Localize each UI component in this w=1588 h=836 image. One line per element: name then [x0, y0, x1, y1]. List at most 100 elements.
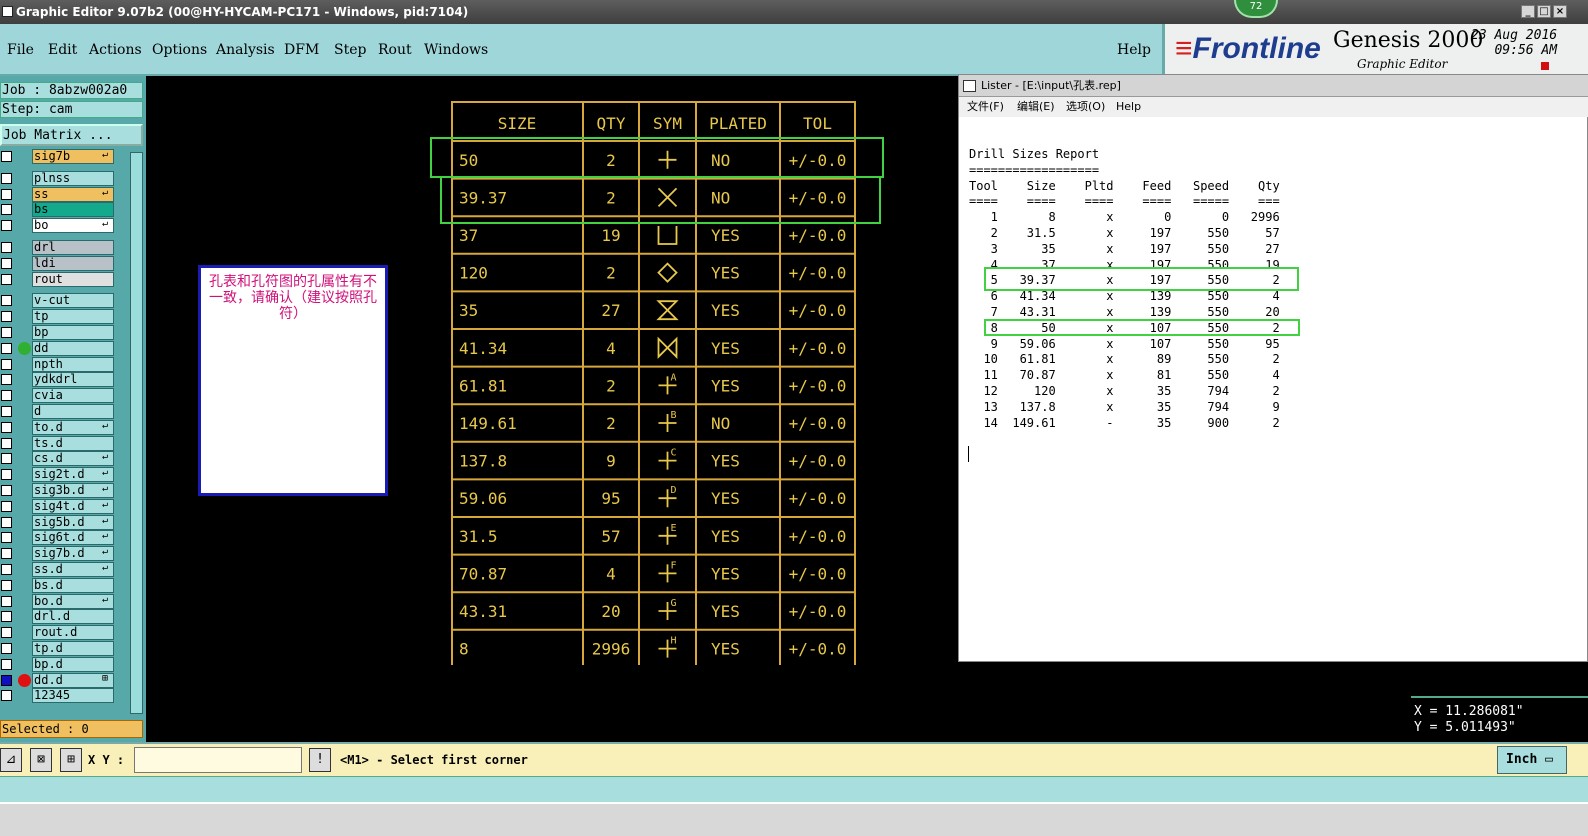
layer-name[interactable]: rout	[32, 271, 114, 287]
layer-name[interactable]: 12345	[32, 688, 114, 704]
layer-checkbox[interactable]	[1, 311, 12, 323]
layer-checkbox[interactable]	[1, 437, 12, 449]
layer-row[interactable]: ss.d ↵	[0, 562, 116, 577]
layer-row[interactable]: dd	[0, 340, 116, 356]
layer-row[interactable]: cvia	[0, 388, 116, 404]
layer-row[interactable]: bp.d	[0, 656, 116, 672]
layer-name[interactable]: cvia	[32, 388, 114, 404]
layer-row[interactable]: bs.d	[0, 577, 116, 593]
layer-row[interactable]: tp	[0, 309, 116, 325]
layer-checkbox[interactable]	[1, 674, 12, 686]
grid-icon[interactable]: ⊞	[60, 748, 82, 772]
layer-row[interactable]: drl.d	[0, 609, 116, 625]
layer-name[interactable]: tp.d	[32, 641, 114, 656]
layer-checkbox[interactable]	[1, 500, 12, 512]
layer-row[interactable]: rout	[0, 271, 116, 287]
layer-checkbox[interactable]	[1, 273, 12, 285]
layer-name[interactable]: bp	[32, 325, 114, 340]
layer-name[interactable]: dd	[32, 340, 114, 356]
layer-row[interactable]: cs.d ↵	[0, 451, 116, 467]
layer-name[interactable]: ldi	[32, 255, 114, 271]
layer-checkbox[interactable]	[1, 220, 12, 232]
layer-name[interactable]: plnss	[32, 170, 114, 186]
layer-row[interactable]: bs	[0, 202, 116, 218]
layer-row[interactable]: dd.d ⊞	[0, 672, 116, 688]
layer-name[interactable]: drl.d	[32, 609, 114, 625]
layer-name[interactable]: d	[32, 404, 114, 419]
layer-checkbox[interactable]	[1, 627, 12, 639]
layer-row[interactable]: sig6t.d ↵	[0, 530, 116, 546]
layer-name[interactable]: bp.d	[32, 656, 114, 672]
layer-checkbox[interactable]	[1, 257, 12, 269]
close-button[interactable]: ×	[1553, 5, 1567, 18]
lister-menu-help[interactable]: Help	[1116, 97, 1141, 117]
layer-row[interactable]: ss ↵	[0, 186, 116, 202]
layer-row[interactable]: drl	[0, 240, 116, 255]
layer-checkbox[interactable]	[1, 548, 12, 560]
layer-row[interactable]: rout.d	[0, 625, 116, 641]
layer-row[interactable]: d	[0, 404, 116, 419]
layer-row[interactable]: ts.d	[0, 435, 116, 451]
layer-checkbox[interactable]	[1, 485, 12, 496]
menu-help[interactable]: Help	[1117, 42, 1151, 58]
layer-checkbox[interactable]	[1, 188, 12, 200]
menu-windows[interactable]: Windows	[424, 42, 488, 58]
layer-checkbox[interactable]	[1, 204, 12, 216]
layer-checkbox[interactable]	[1, 658, 12, 670]
layer-checkbox[interactable]	[1, 172, 12, 184]
layer-row[interactable]: ldi	[0, 255, 116, 271]
layer-scrollbar[interactable]	[130, 152, 143, 714]
menu-analysis[interactable]: Analysis	[216, 42, 275, 58]
layer-checkbox[interactable]	[1, 390, 12, 402]
layer-checkbox[interactable]	[1, 295, 12, 307]
layer-name[interactable]: npth	[32, 356, 114, 372]
job-matrix-button[interactable]: Job Matrix ...	[0, 124, 143, 146]
layer-name[interactable]: bs	[32, 202, 114, 218]
menu-options[interactable]: Options	[152, 42, 207, 58]
menu-actions[interactable]: Actions	[89, 42, 142, 58]
layer-row[interactable]: 12345	[0, 688, 116, 704]
layer-checkbox[interactable]	[1, 421, 12, 433]
layer-row[interactable]: sig5b.d ↵	[0, 514, 116, 530]
layer-checkbox[interactable]	[1, 342, 12, 354]
xy-input[interactable]	[134, 747, 302, 773]
layer-checkbox[interactable]	[1, 611, 12, 623]
menu-step[interactable]: Step	[334, 42, 366, 58]
layer-row[interactable]: bo.d ↵	[0, 593, 116, 609]
layer-name[interactable]: rout.d	[32, 625, 114, 641]
layer-row[interactable]: sig4t.d ↵	[0, 498, 116, 514]
units-button[interactable]: Inch ▭	[1497, 746, 1567, 774]
layer-name[interactable]: v-cut	[32, 293, 114, 309]
maximize-button[interactable]: □	[1537, 5, 1551, 18]
measure-icon[interactable]: ⊠	[30, 748, 52, 772]
layer-checkbox[interactable]	[1, 579, 12, 591]
lister-menu-file[interactable]: 文件(F)	[967, 97, 1004, 117]
layer-row[interactable]: ydkdrl	[0, 372, 116, 388]
layer-name[interactable]: tp	[32, 309, 114, 325]
layer-name[interactable]: bs.d	[32, 577, 114, 593]
layer-row[interactable]: to.d ↵	[0, 419, 116, 435]
layer-checkbox[interactable]	[1, 595, 12, 607]
alert-icon[interactable]: !	[309, 748, 331, 772]
layer-checkbox[interactable]	[1, 516, 12, 528]
layer-checkbox[interactable]	[1, 690, 12, 702]
layer-name[interactable]: ts.d	[32, 435, 114, 451]
layer-row[interactable]: sig7b ↵	[0, 149, 116, 164]
menu-dfm[interactable]: DFM	[284, 42, 319, 58]
layer-checkbox[interactable]	[1, 453, 12, 465]
minimize-button[interactable]: _	[1521, 5, 1535, 18]
layer-row[interactable]: sig3b.d ↵	[0, 483, 116, 498]
layer-checkbox[interactable]	[1, 374, 12, 386]
layer-checkbox[interactable]	[1, 643, 12, 654]
menu-rout[interactable]: Rout	[378, 42, 412, 58]
snap-icon[interactable]: ⊿	[0, 748, 22, 772]
layer-checkbox[interactable]	[1, 242, 12, 253]
menu-edit[interactable]: Edit	[48, 42, 77, 58]
layer-checkbox[interactable]	[1, 358, 12, 370]
layer-name[interactable]: drl	[32, 240, 114, 255]
lister-menu-edit[interactable]: 编辑(E)	[1017, 97, 1055, 117]
layer-row[interactable]: npth	[0, 356, 116, 372]
lister-menu-options[interactable]: 选项(O)	[1066, 97, 1105, 117]
layer-checkbox[interactable]	[1, 327, 12, 338]
layer-row[interactable]: plnss	[0, 170, 116, 186]
